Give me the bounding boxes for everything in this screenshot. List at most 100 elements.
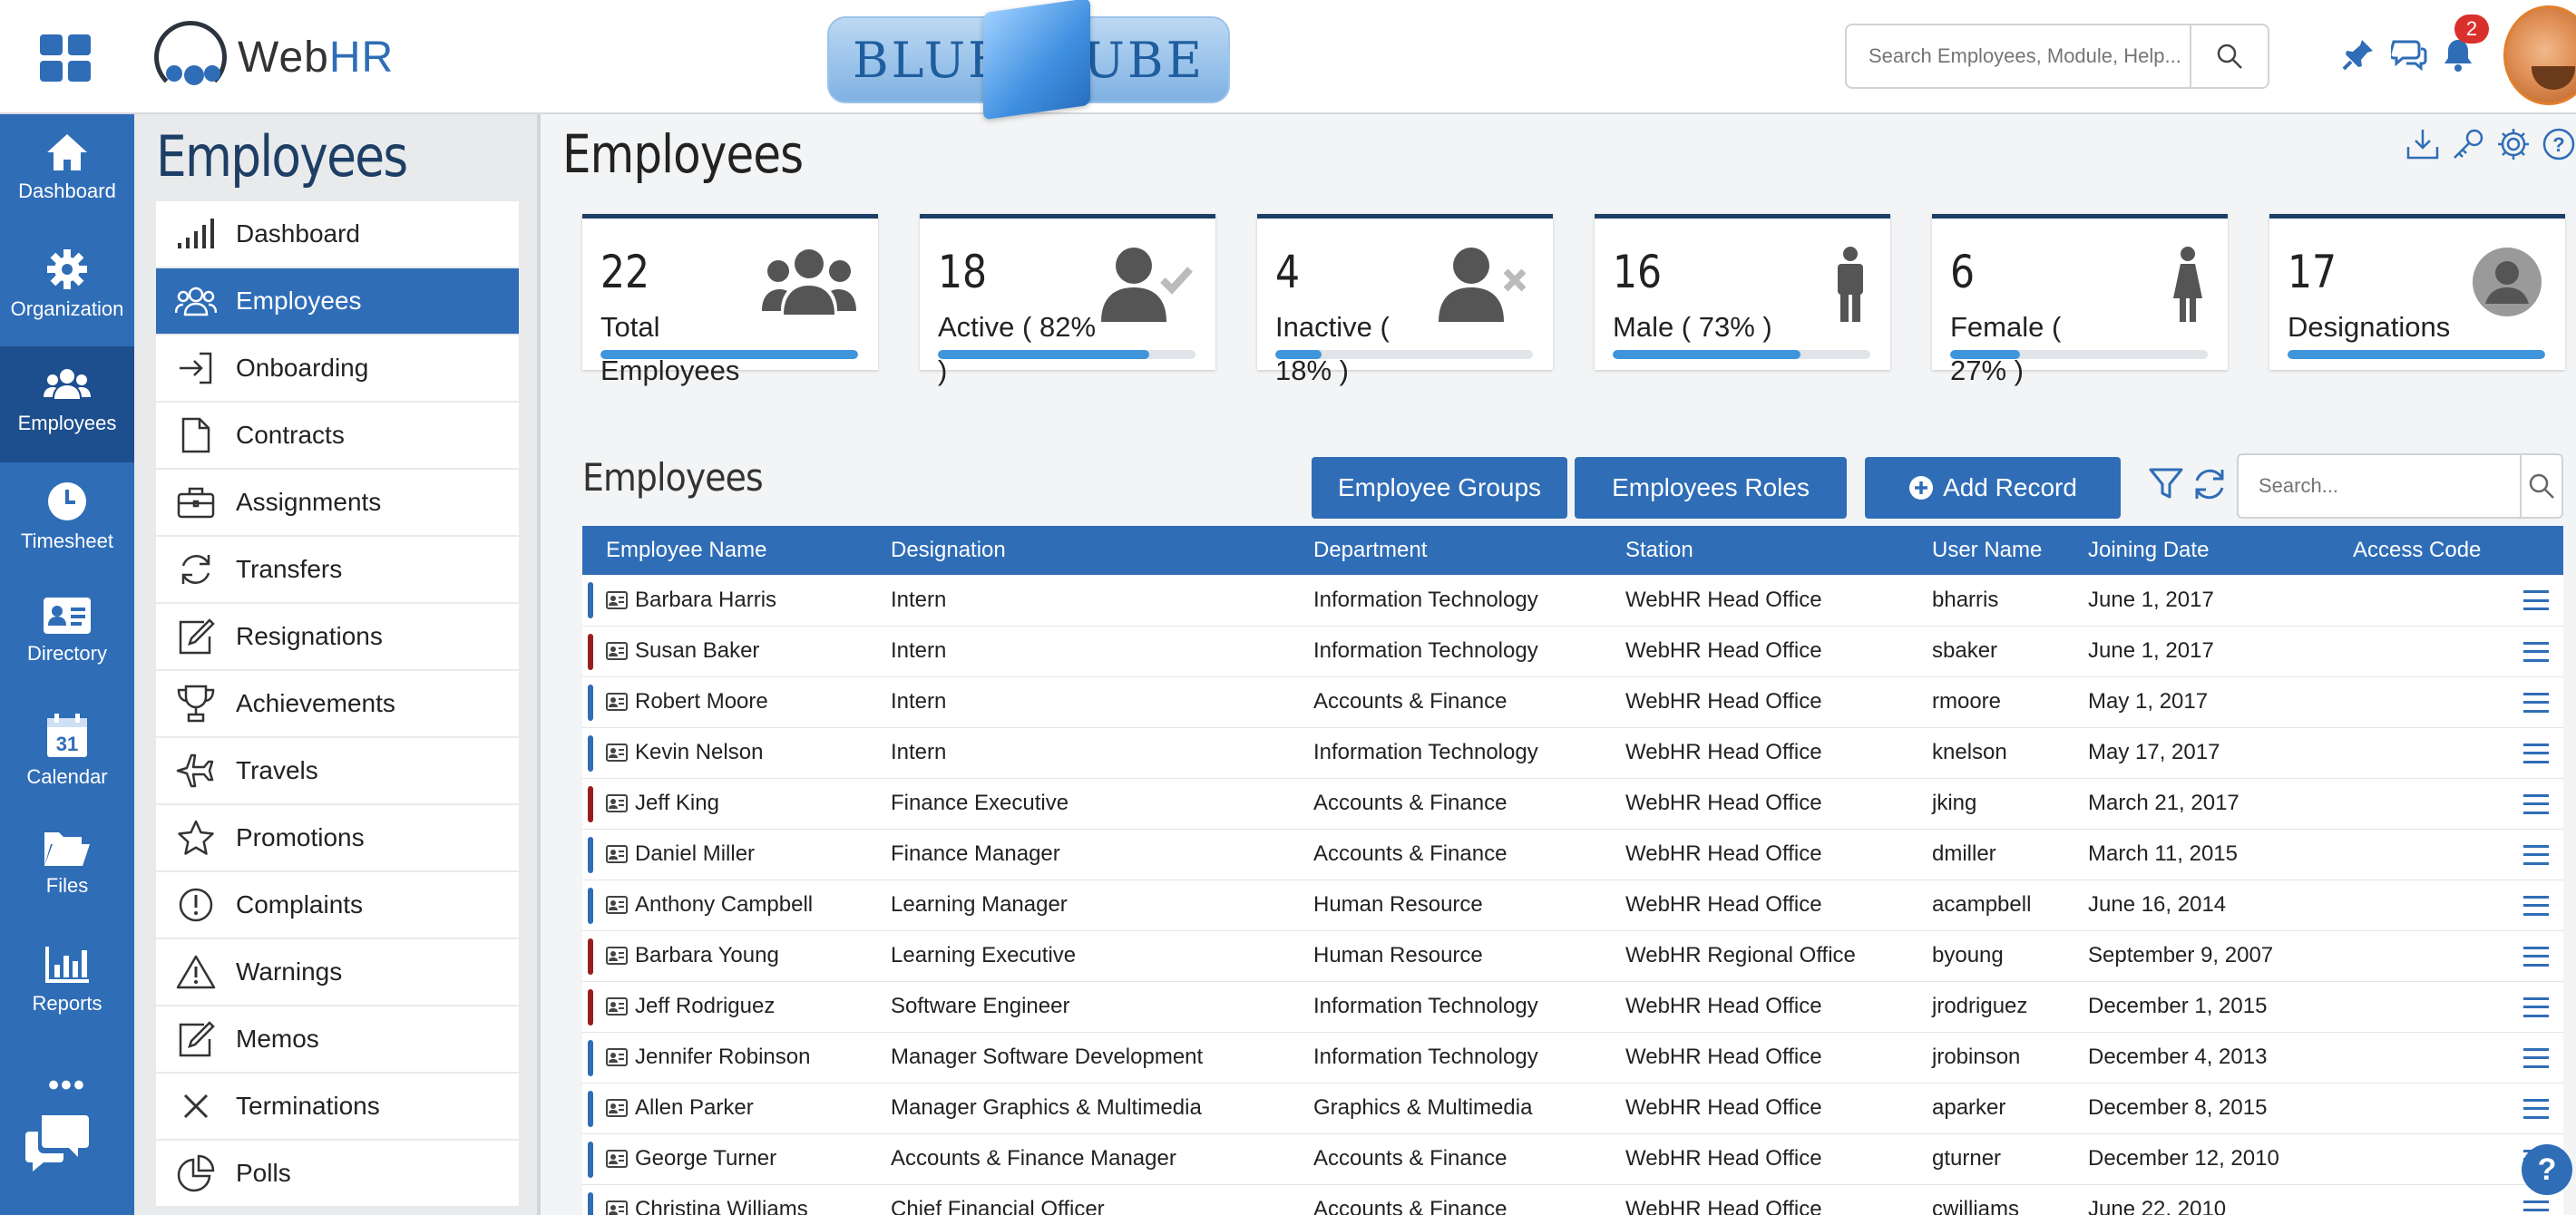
pin-icon[interactable] [2340,36,2376,73]
more-icon[interactable]: ••• [0,1068,134,1103]
table-row[interactable]: Daniel Miller Finance Manager Accounts & F… [582,829,2563,880]
table-row[interactable]: Robert Moore Intern Accounts & Finance WebH… [582,676,2563,728]
rail-item-calendar[interactable]: 31 Calendar [0,695,134,811]
rail-item-reports[interactable]: Reports [0,927,134,1043]
table-row[interactable]: Anthony Campbell Learning Manager Human Re… [582,880,2563,931]
column-header[interactable]: Designation [867,526,1290,575]
global-search-button[interactable] [2191,25,2268,87]
employee-name-link[interactable]: Anthony Campbell [635,892,813,918]
menu-item-memos[interactable]: Memos [156,1006,519,1072]
apps-grid-icon[interactable] [40,34,91,82]
menu-item-polls[interactable]: Polls [156,1141,519,1206]
employee-name-link[interactable]: George Turner [635,1146,776,1171]
table-row[interactable]: Christina Williams Chief Financial Office… [582,1184,2563,1215]
table-search-input[interactable] [2239,455,2522,517]
employee-name-link[interactable]: Jeff King [635,791,719,816]
menu-item-warnings[interactable]: Warnings [156,939,519,1005]
column-header[interactable]: Access Code [2329,526,2563,575]
station-cell: WebHR Head Office [1602,981,1908,1033]
employee-name-link[interactable]: Jennifer Robinson [635,1045,810,1070]
table-search-button[interactable] [2522,455,2561,517]
table-row[interactable]: Barbara Harris Intern Information Technolo… [582,575,2563,627]
row-menu-icon[interactable] [2523,1047,2549,1068]
menu-item-contracts[interactable]: Contracts [156,403,519,468]
menu-item-onboarding[interactable]: Onboarding [156,335,519,401]
employee-name-link[interactable]: Daniel Miller [635,841,755,867]
employee-name-link[interactable]: Barbara Young [635,943,779,968]
rail-item-timesheet[interactable]: Timesheet [0,462,134,578]
webhr-logo[interactable]: WebHR [154,18,394,96]
menu-item-travels[interactable]: Travels [156,738,519,803]
column-header[interactable]: Joining Date [2064,526,2329,575]
menu-item-resignations[interactable]: Resignations [156,604,519,669]
row-menu-icon[interactable] [2523,743,2549,763]
settings-gear-icon[interactable] [2496,127,2531,161]
row-menu-icon[interactable] [2523,793,2549,814]
employee-name-link[interactable]: Susan Baker [635,638,759,664]
user-circle-icon [2473,248,2542,316]
row-menu-icon[interactable] [2523,844,2549,865]
employee-name-link[interactable]: Kevin Nelson [635,740,763,765]
row-menu-icon[interactable] [2523,692,2549,713]
table-row[interactable]: Susan Baker Intern Information Technology W… [582,626,2563,677]
row-menu-icon[interactable] [2523,590,2549,610]
menu-item-employees[interactable]: Employees [156,268,519,334]
reload-icon[interactable] [2191,466,2228,502]
live-chat-icon[interactable] [25,1112,91,1171]
stat-card-female[interactable]: 6 Female ( 27% ) [1932,214,2228,386]
table-row[interactable]: Jeff King Finance Executive Accounts & Fin… [582,778,2563,830]
menu-item-complaints[interactable]: Complaints [156,872,519,938]
rail-item-files[interactable]: Files [0,811,134,927]
user-avatar[interactable] [2503,5,2576,105]
add-record-button[interactable]: Add Record [1865,457,2121,519]
help-circle-icon[interactable]: ? [2542,127,2576,161]
table-row[interactable]: George Turner Accounts & Finance Manager A… [582,1133,2563,1185]
row-menu-icon[interactable] [2523,1098,2549,1119]
menu-item-achievements[interactable]: Achievements [156,671,519,736]
column-header[interactable]: Department [1290,526,1602,575]
department-cell: Human Resource [1290,930,1602,982]
menu-item-terminations[interactable]: Terminations [156,1074,519,1139]
chat-icon[interactable] [2391,36,2427,73]
row-menu-icon[interactable] [2523,1200,2549,1215]
row-menu-icon[interactable] [2523,641,2549,662]
column-header[interactable]: Employee Name [582,526,867,575]
rail-item-dashboard[interactable]: Dashboard [0,114,134,230]
employees-roles-button[interactable]: Employees Roles [1575,457,1847,519]
menu-item-dashboard[interactable]: Dashboard [156,201,519,267]
table-row[interactable]: Jennifer Robinson Manager Software Develo… [582,1032,2563,1084]
stat-label: Female ( 27% ) [1950,311,2062,386]
employee-name-link[interactable]: Jeff Rodriguez [635,994,775,1019]
column-header[interactable]: User Name [1908,526,2064,575]
rail-item-directory[interactable]: Directory [0,578,134,695]
employee-groups-button[interactable]: Employee Groups [1312,457,1567,519]
menu-item-promotions[interactable]: Promotions [156,805,519,870]
table-row[interactable]: Kevin Nelson Intern Information Technology… [582,727,2563,779]
key-icon[interactable] [2451,127,2485,161]
stat-card-male[interactable]: 16 Male ( 73% ) [1595,214,1890,370]
row-menu-icon[interactable] [2523,946,2549,967]
menu-item-transfers[interactable]: Transfers [156,537,519,602]
table-row[interactable]: Jeff Rodriguez Software Engineer Informati… [582,981,2563,1033]
table-row[interactable]: Allen Parker Manager Graphics & Multimedi… [582,1083,2563,1134]
help-button[interactable]: ? [2522,1144,2572,1195]
table-row[interactable]: Barbara Young Learning Executive Human Res… [582,930,2563,982]
menu-item-assignments[interactable]: Assignments [156,470,519,535]
download-icon[interactable] [2405,127,2440,161]
stat-card-designations[interactable]: 17 Designations [2269,214,2565,370]
username-cell: sbaker [1908,626,2064,677]
employee-name-link[interactable]: Barbara Harris [635,588,776,613]
rail-item-employees[interactable]: Employees [0,346,134,462]
employee-name-link[interactable]: Christina Williams [635,1197,808,1215]
stat-card-inactive[interactable]: 4 Inactive ( 18% ) [1257,214,1553,386]
employee-name-link[interactable]: Allen Parker [635,1095,754,1121]
row-menu-icon[interactable] [2523,996,2549,1017]
stat-card-active[interactable]: 18 Active ( 82% ) [920,214,1215,386]
global-search-input[interactable] [1847,25,2191,87]
employee-name-link[interactable]: Robert Moore [635,689,768,714]
stat-card-total[interactable]: 22 Total Employees [582,214,878,386]
row-menu-icon[interactable] [2523,895,2549,916]
rail-item-organization[interactable]: Organization [0,230,134,346]
column-header[interactable]: Station [1602,526,1908,575]
filter-icon[interactable] [2148,466,2184,502]
